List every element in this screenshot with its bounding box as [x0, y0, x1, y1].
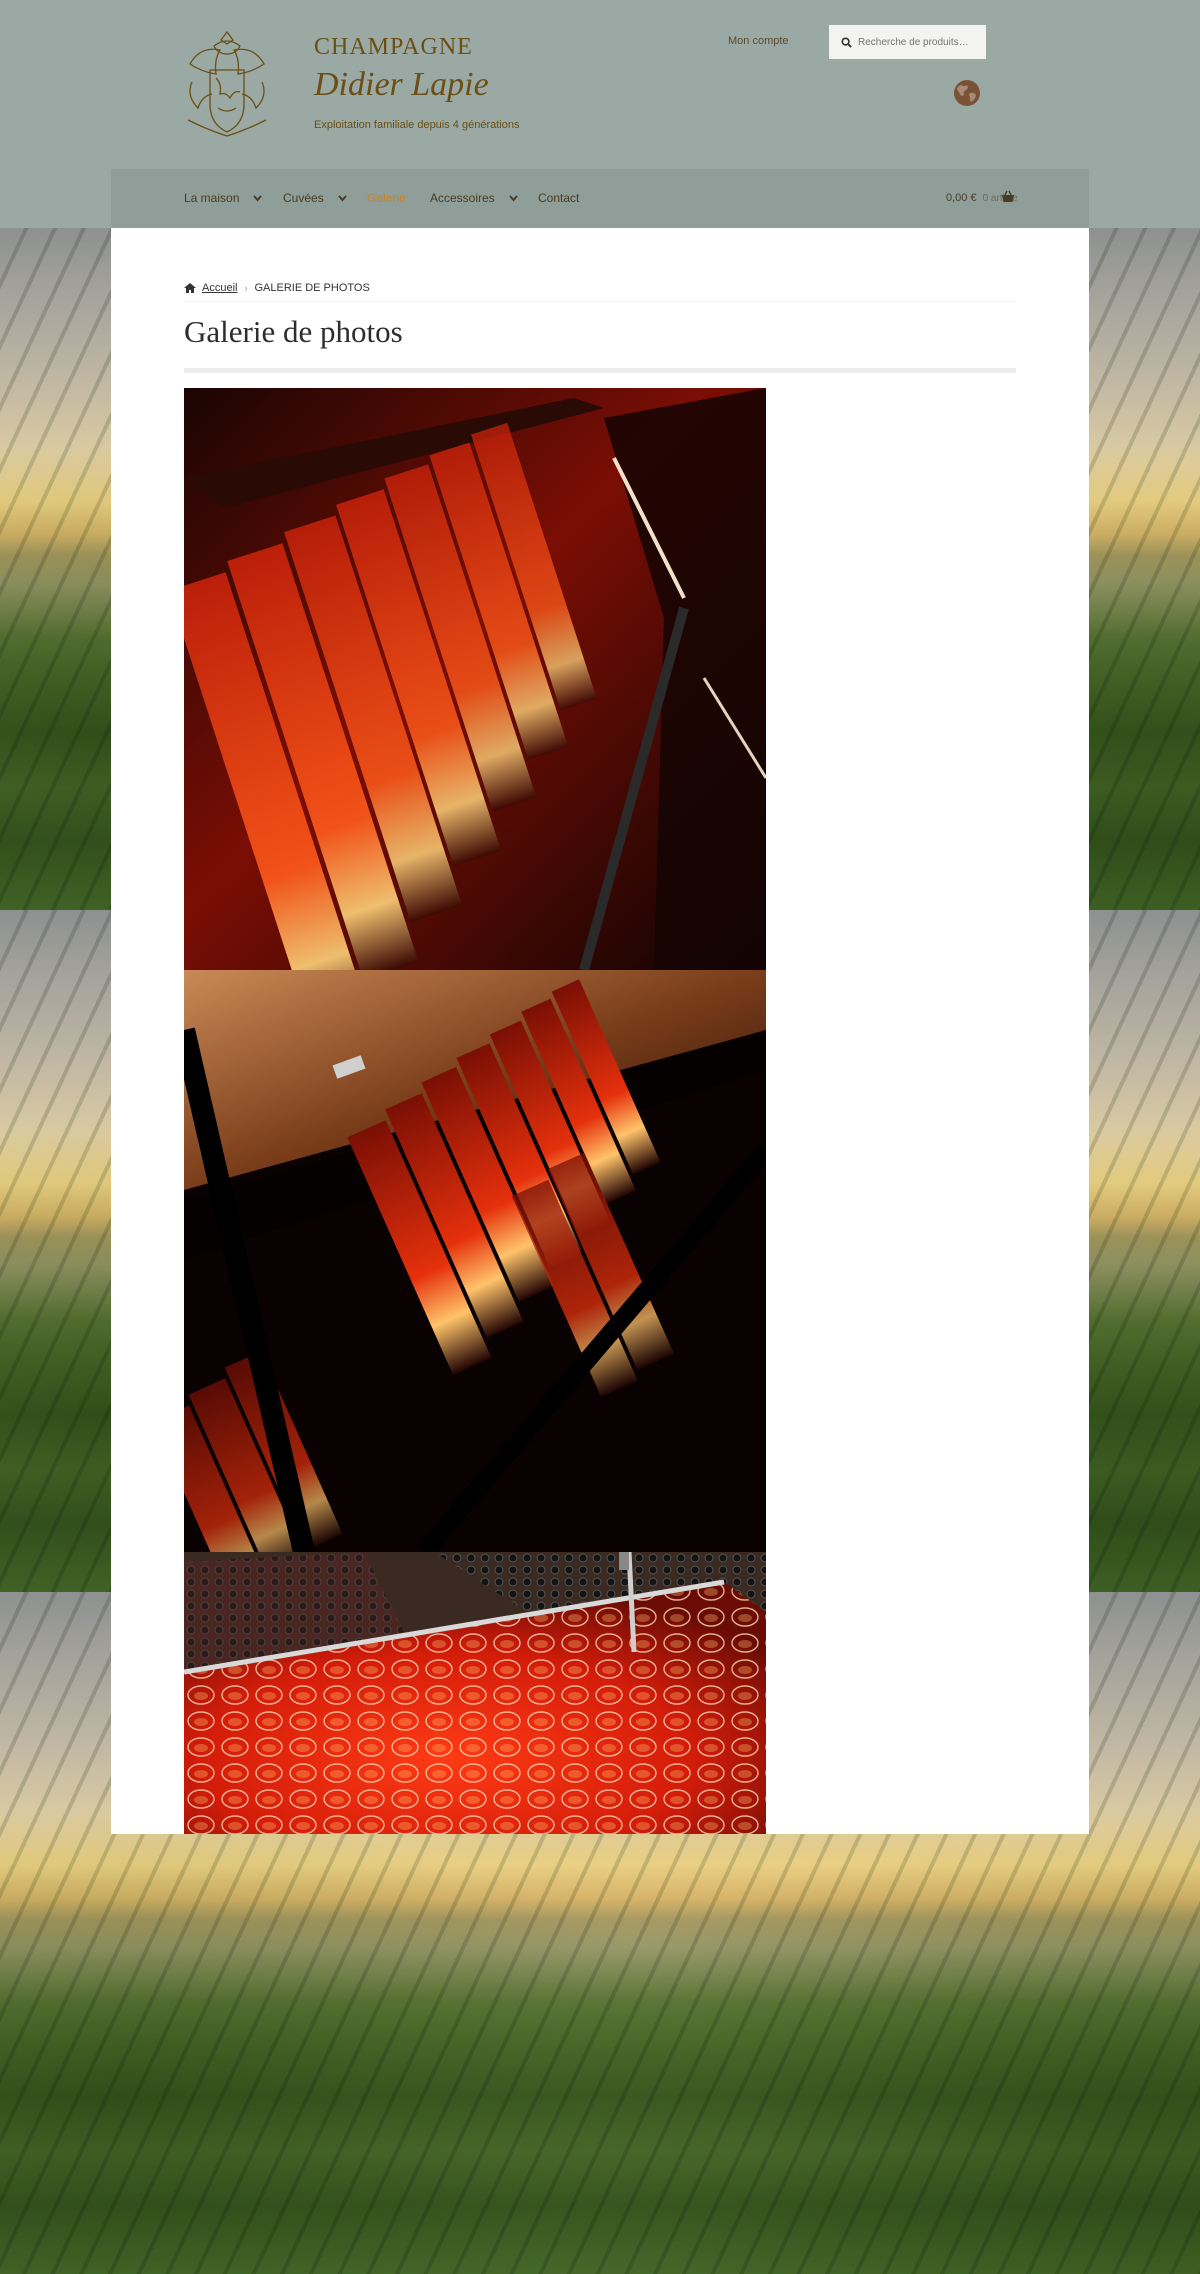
coat-of-arms-logo[interactable]: [184, 24, 270, 142]
nav-item-label: Accessoires: [430, 191, 495, 205]
nav-item-label: Contact: [538, 191, 580, 205]
primary-navigation: La maison Cuvées Galerie Accessoires Con…: [111, 169, 1089, 227]
nav-item-galerie[interactable]: Galerie: [367, 169, 406, 227]
brand-tagline: Exploitation familiale depuis 4 générati…: [314, 119, 520, 131]
basket-icon[interactable]: [1001, 190, 1015, 203]
breadcrumb-home-link[interactable]: Accueil: [202, 282, 237, 294]
nav-item-accessoires[interactable]: Accessoires: [430, 169, 518, 227]
chevron-down-icon: [337, 194, 347, 202]
chevron-down-icon: [508, 194, 518, 202]
photo-illuminated-glasses: [184, 1552, 766, 1834]
search-icon: [841, 36, 852, 48]
nav-item-cuvees[interactable]: Cuvées: [283, 169, 347, 227]
my-account-link[interactable]: Mon compte: [728, 35, 789, 47]
gallery-photo-2[interactable]: [184, 970, 766, 1552]
divider: [184, 368, 1016, 373]
brand-name: Didier Lapie: [314, 66, 489, 103]
nav-item-contact[interactable]: Contact: [538, 169, 579, 227]
nav-item-la-maison[interactable]: La maison: [184, 169, 263, 227]
search-input[interactable]: [858, 36, 978, 48]
breadcrumb: Accueil › GALERIE DE PHOTOS: [184, 282, 370, 294]
globe-icon[interactable]: [953, 79, 981, 107]
brand-champagne: CHAMPAGNE: [314, 34, 473, 60]
main-content: Accueil › GALERIE DE PHOTOS Galerie de p…: [111, 228, 1089, 1834]
page-title: Galerie de photos: [184, 314, 403, 349]
nav-item-label: Galerie: [367, 191, 406, 205]
cart-amount: 0,00 €: [946, 192, 977, 204]
nav-item-label: Cuvées: [283, 191, 324, 205]
gallery-photo-3[interactable]: [184, 1552, 766, 1834]
search-box[interactable]: [829, 25, 986, 59]
photo-champagne-bottles-rack: [184, 970, 766, 1552]
breadcrumb-current: GALERIE DE PHOTOS: [254, 282, 370, 294]
nav-item-label: La maison: [184, 191, 240, 205]
gallery-photo-1[interactable]: [184, 388, 766, 970]
breadcrumb-separator: ›: [244, 283, 248, 293]
chevron-down-icon: [253, 194, 263, 202]
divider: [184, 301, 1016, 302]
photo-champagne-bottles-rack: [184, 388, 766, 970]
home-icon: [184, 283, 196, 293]
